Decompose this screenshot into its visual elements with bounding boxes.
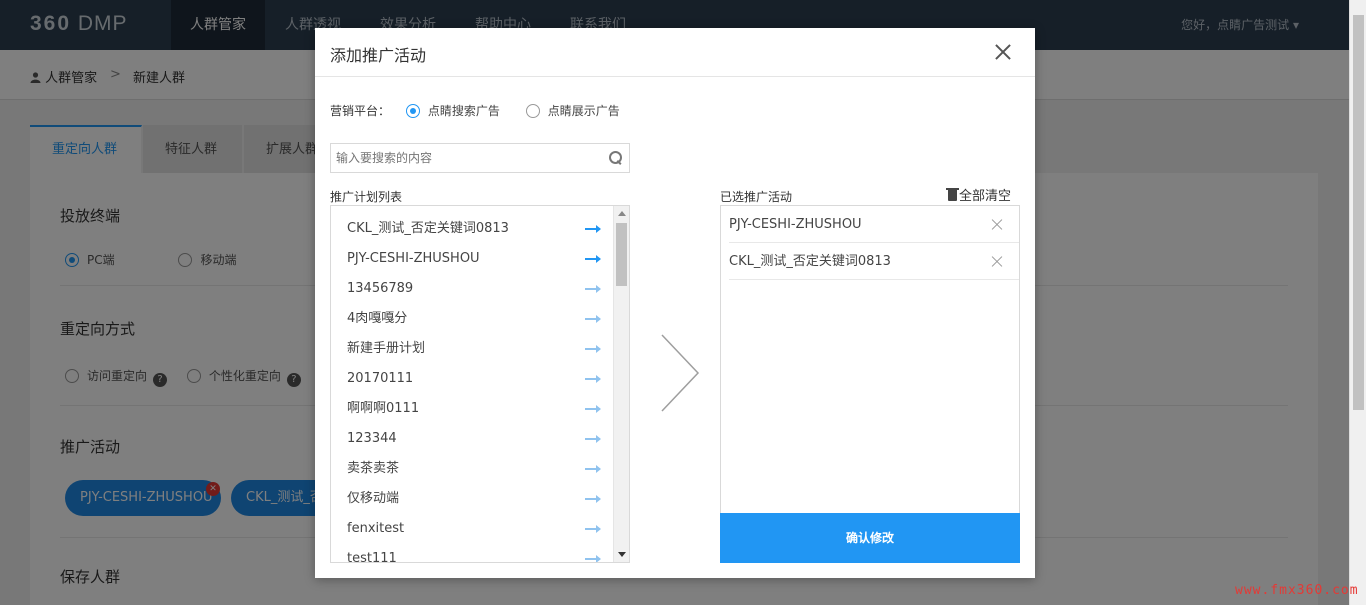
confirm-button[interactable]: 确认修改 bbox=[720, 513, 1020, 563]
list-item[interactable]: 啊啊啊0111 bbox=[331, 394, 614, 424]
list-item[interactable]: 仅移动端 bbox=[331, 484, 614, 514]
arrow-right-icon[interactable] bbox=[585, 495, 601, 503]
watermark: www.fmx360.com bbox=[1235, 583, 1359, 598]
arrow-right-icon[interactable] bbox=[585, 345, 601, 353]
search-box bbox=[330, 143, 630, 173]
list-scrollbar[interactable] bbox=[613, 206, 629, 562]
scroll-down-icon[interactable] bbox=[618, 552, 626, 557]
list-item[interactable]: 4肉嘎嘎分 bbox=[331, 304, 614, 334]
clear-all-button[interactable]: 全部清空 bbox=[946, 185, 1011, 204]
selected-list-label: 已选推广活动 bbox=[720, 190, 793, 204]
selected-list: PJY-CESHI-ZHUSHOU CKL_测试_否定关键词0813 bbox=[720, 205, 1020, 563]
list-item[interactable]: 20170111 bbox=[331, 364, 614, 394]
list-item[interactable]: CKL_测试_否定关键词0813 bbox=[331, 214, 614, 244]
page-scrollbar[interactable] bbox=[1349, 0, 1366, 605]
close-icon[interactable] bbox=[989, 38, 1017, 66]
list-item[interactable]: 新建手册计划 bbox=[331, 334, 614, 364]
scrollbar-thumb[interactable] bbox=[616, 223, 627, 286]
list-item[interactable]: fenxitest bbox=[331, 514, 614, 544]
arrow-right-icon[interactable] bbox=[585, 555, 601, 562]
arrow-right-icon[interactable] bbox=[585, 525, 601, 533]
platform-label: 营销平台： bbox=[330, 104, 391, 118]
arrow-right-icon[interactable] bbox=[585, 315, 601, 323]
list-item[interactable]: PJY-CESHI-ZHUSHOU bbox=[331, 244, 614, 274]
arrow-right-icon[interactable] bbox=[585, 255, 601, 263]
close-icon[interactable] bbox=[991, 219, 1003, 231]
arrow-right-icon[interactable] bbox=[585, 405, 601, 413]
radio-checked-icon bbox=[405, 104, 420, 118]
selected-item: CKL_测试_否定关键词0813 bbox=[729, 243, 1019, 280]
close-icon[interactable] bbox=[991, 256, 1003, 268]
add-campaign-modal: 添加推广活动 营销平台： 点睛搜索广告 点睛展示广告 推广计划列表 CKL_测试… bbox=[315, 28, 1035, 578]
arrow-right-icon[interactable] bbox=[585, 225, 601, 233]
plan-list-items: CKL_测试_否定关键词0813 PJY-CESHI-ZHUSHOU 13456… bbox=[331, 214, 614, 562]
scroll-up-icon[interactable] bbox=[618, 211, 626, 216]
chevron-right-icon bbox=[661, 334, 700, 412]
list-item[interactable]: test111 bbox=[331, 544, 614, 562]
arrow-right-icon[interactable] bbox=[585, 435, 601, 443]
list-item[interactable]: 123344 bbox=[331, 424, 614, 454]
radio-display-ads[interactable]: 点睛展示广告 bbox=[525, 104, 620, 118]
trash-icon bbox=[946, 188, 959, 201]
scrollbar-thumb[interactable] bbox=[1353, 15, 1364, 410]
modal-title: 添加推广活动 bbox=[330, 46, 427, 65]
arrow-right-icon[interactable] bbox=[585, 375, 601, 383]
modal-header: 添加推广活动 bbox=[315, 28, 1035, 77]
selected-item: PJY-CESHI-ZHUSHOU bbox=[729, 206, 1019, 243]
platform-selector: 营销平台： 点睛搜索广告 点睛展示广告 bbox=[330, 102, 620, 119]
list-item[interactable]: 13456789 bbox=[331, 274, 614, 304]
radio-unchecked-icon bbox=[525, 104, 540, 118]
arrow-right-icon[interactable] bbox=[585, 285, 601, 293]
plan-list[interactable]: CKL_测试_否定关键词0813 PJY-CESHI-ZHUSHOU 13456… bbox=[330, 205, 630, 563]
arrow-right-icon[interactable] bbox=[585, 465, 601, 473]
search-icon[interactable] bbox=[609, 151, 622, 164]
list-item[interactable]: 卖茶卖茶 bbox=[331, 454, 614, 484]
page: 360 DMP 人群管家 人群透视 效果分析 帮助中心 联系我们 您好，点睛广告… bbox=[0, 0, 1366, 605]
plan-list-label: 推广计划列表 bbox=[330, 190, 403, 204]
radio-search-ads[interactable]: 点睛搜索广告 bbox=[405, 104, 500, 118]
search-input[interactable] bbox=[331, 144, 601, 172]
